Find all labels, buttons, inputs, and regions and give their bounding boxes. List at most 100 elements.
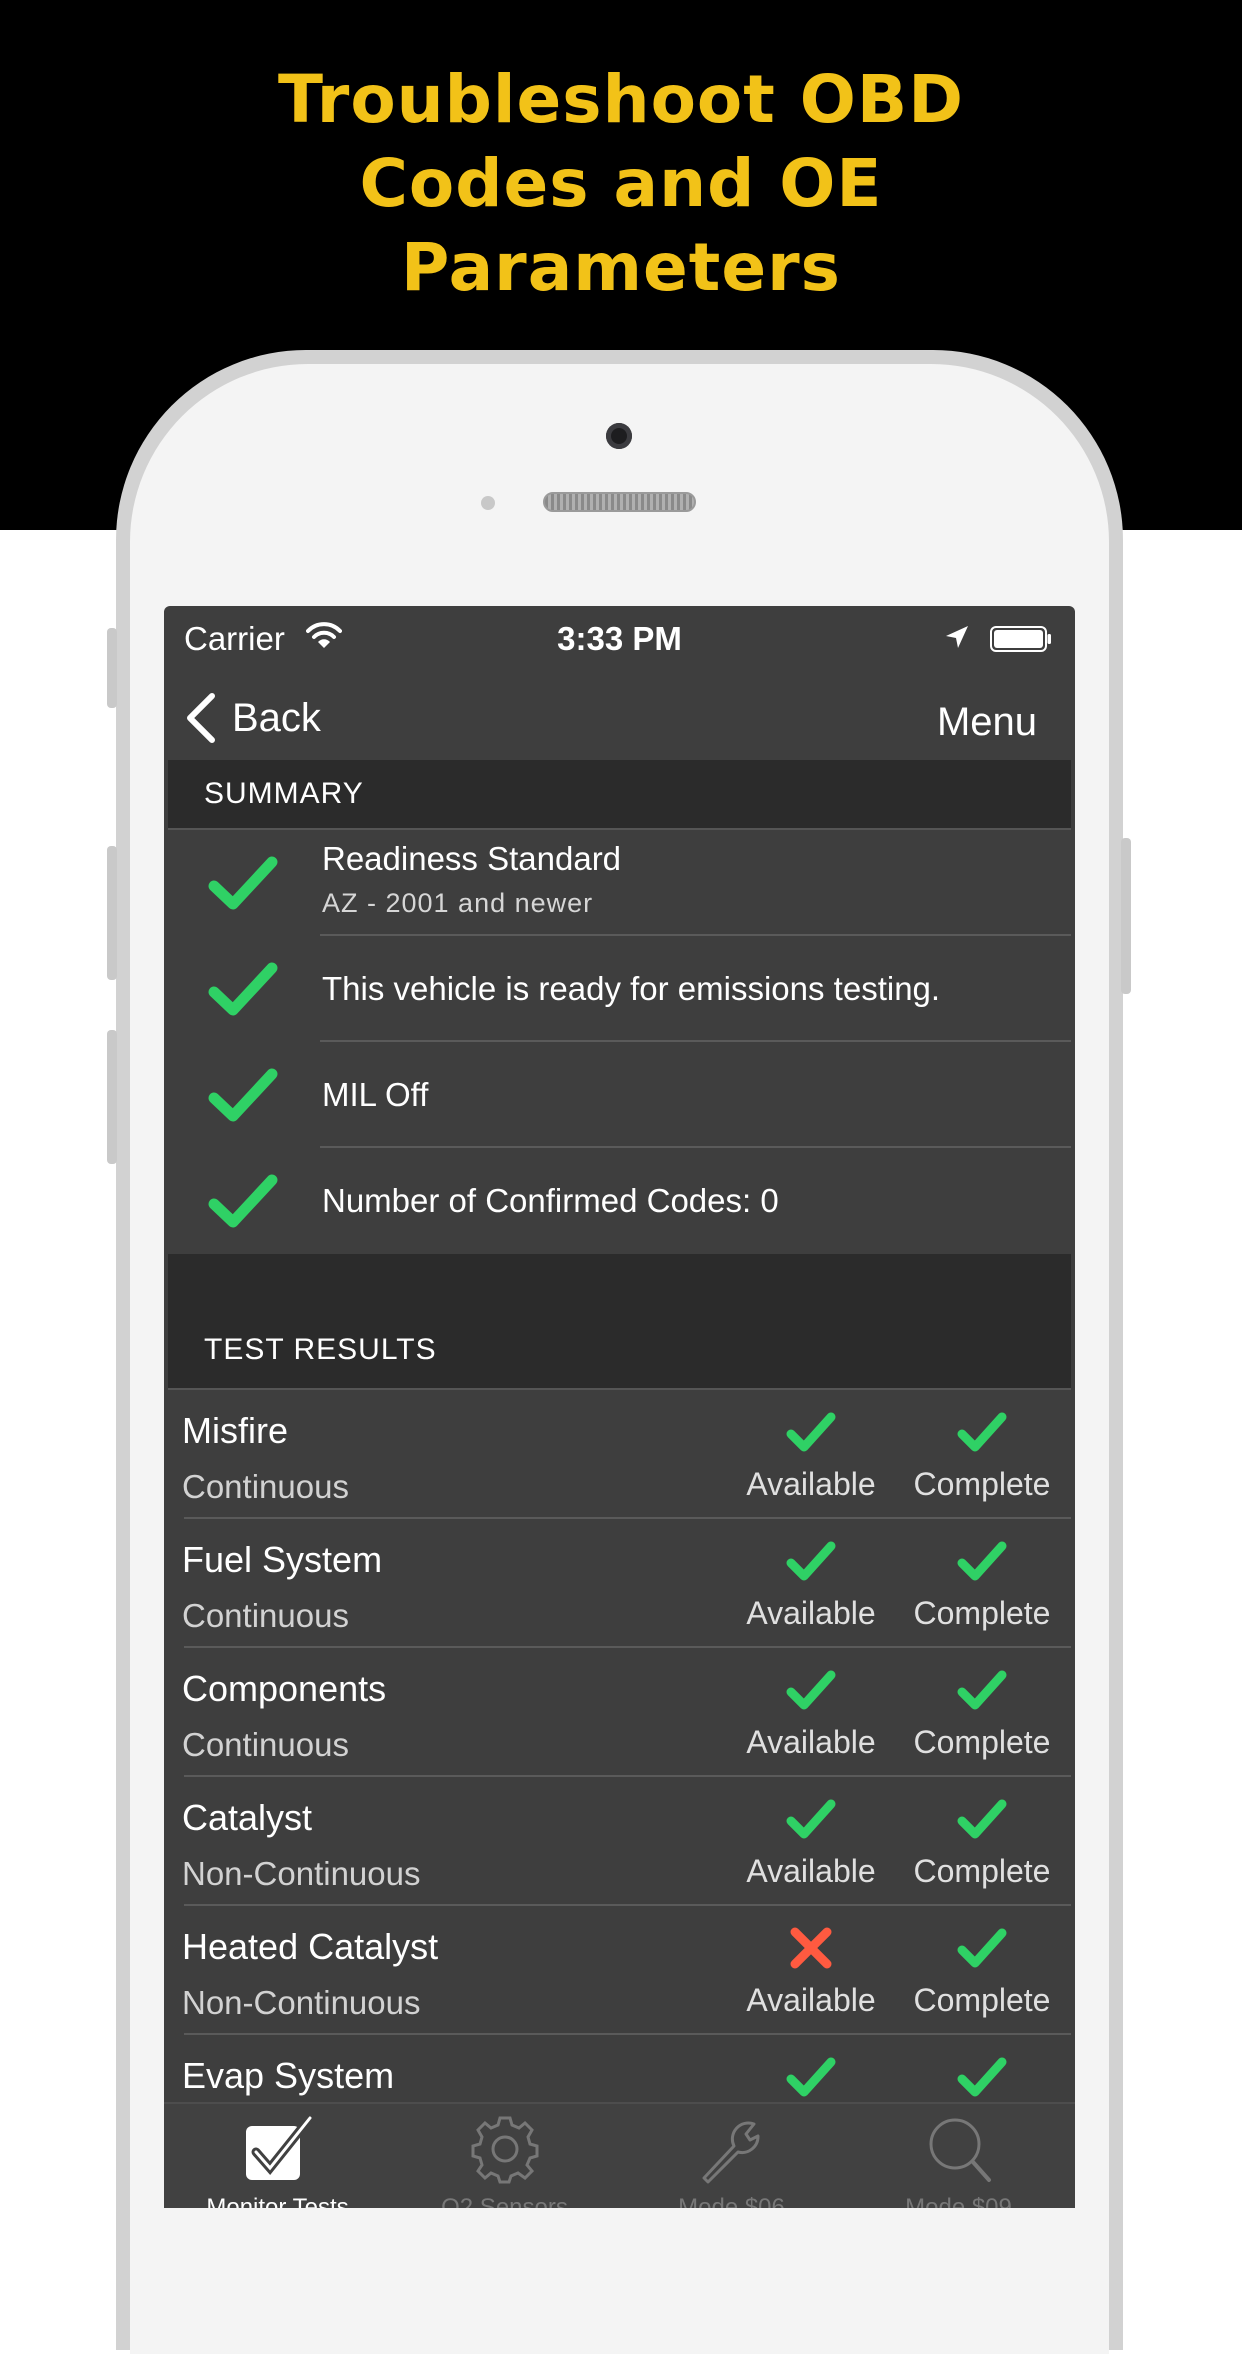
status-label: Available xyxy=(746,1853,876,1889)
summary-section-header: SUMMARY xyxy=(168,760,1071,830)
check-icon xyxy=(208,1068,278,1122)
summary-text: Number of Confirmed Codes: 0 xyxy=(322,1182,779,1219)
tab-bar: Monitor Tests O2 Sensors Mode $06 Mode $… xyxy=(164,2102,1075,2208)
gear-icon xyxy=(471,2116,538,2184)
back-label: Back xyxy=(232,695,321,740)
check-icon xyxy=(786,1799,836,1839)
tab-o2-sensors[interactable]: O2 Sensors xyxy=(391,2114,618,2208)
tab-label: Mode $09 xyxy=(905,2194,1012,2208)
chevron-left-icon xyxy=(187,693,215,743)
check-icon xyxy=(957,1670,1007,1710)
check-icon xyxy=(786,1541,836,1581)
check-icon xyxy=(786,1670,836,1710)
table-row[interactable]: Misfire Continuous Available Complete xyxy=(168,1390,1071,1519)
available-status: Available xyxy=(726,1926,896,2019)
proximity-sensor xyxy=(481,496,495,510)
available-status: Available xyxy=(726,1410,896,1503)
tab-monitor-tests[interactable]: Monitor Tests xyxy=(164,2114,391,2208)
summary-text: MIL Off xyxy=(322,1076,429,1113)
summary-row-confirmed-codes: Number of Confirmed Codes: 0 xyxy=(168,1148,1071,1254)
check-icon xyxy=(957,1412,1007,1452)
earpiece-speaker xyxy=(543,492,696,512)
check-icon xyxy=(208,962,278,1016)
test-type: Continuous xyxy=(182,1597,349,1634)
test-name: Fuel System xyxy=(182,1539,383,1580)
table-row[interactable]: Catalyst Non-Continuous Available Complete xyxy=(168,1777,1071,1906)
battery-icon xyxy=(990,626,1051,652)
headline: Troubleshoot OBD Codes and OE Parameters xyxy=(0,58,1242,310)
menu-button[interactable]: Menu xyxy=(937,700,1037,745)
summary-row-readiness: Readiness Standard AZ - 2001 and newer xyxy=(168,830,1071,936)
test-results-section-header: TEST RESULTS xyxy=(168,1254,1071,1390)
check-icon xyxy=(786,2057,836,2097)
table-row[interactable]: Heated Catalyst Non-Continuous Available Co… xyxy=(168,1906,1071,2035)
complete-status: Complete xyxy=(897,1410,1067,1503)
test-name: Components xyxy=(182,1668,387,1709)
summary-text: Readiness Standard xyxy=(322,840,622,877)
status-label: Complete xyxy=(913,1724,1051,1760)
test-type: Non-Continuous xyxy=(182,1855,421,1892)
summary-subtext: AZ - 2001 and newer xyxy=(322,888,594,918)
status-label: Complete xyxy=(913,1466,1051,1502)
test-name: Catalyst xyxy=(182,1797,313,1838)
status-label: Complete xyxy=(913,1595,1051,1631)
cross-icon xyxy=(790,1927,832,1969)
check-icon xyxy=(957,2057,1007,2097)
status-label: Available xyxy=(746,1982,876,2018)
power-button xyxy=(1121,838,1131,994)
summary-header-label: SUMMARY xyxy=(204,777,364,810)
status-bar: Carrier 3:33 PM xyxy=(164,606,1075,670)
headline-line-1: Troubleshoot OBD xyxy=(278,61,964,138)
checkbox-icon xyxy=(245,2114,314,2180)
available-status: Available xyxy=(726,1539,896,1632)
summary-text: This vehicle is ready for emissions test… xyxy=(322,970,941,1007)
test-type: Non-Continuous xyxy=(182,1984,421,2021)
status-label: Available xyxy=(746,1724,876,1760)
test-name: Misfire xyxy=(182,1410,288,1451)
complete-status: Complete xyxy=(897,1668,1067,1761)
check-icon xyxy=(786,1412,836,1452)
status-label: Complete xyxy=(913,1982,1051,2018)
tab-mode-06[interactable]: Mode $06 xyxy=(618,2114,845,2208)
app-screen: Carrier 3:33 PM Back Menu SUMMARY Readin… xyxy=(164,606,1075,2208)
status-label: Available xyxy=(746,1595,876,1631)
summary-row-mil: MIL Off xyxy=(168,1042,1071,1148)
status-label: Complete xyxy=(913,1853,1051,1889)
table-view[interactable]: SUMMARY Readiness Standard AZ - 2001 and… xyxy=(168,760,1071,2164)
back-button[interactable]: Back xyxy=(184,690,321,746)
tab-label: Monitor Tests xyxy=(206,2194,349,2208)
test-results-list: Misfire Continuous Available Complete Fuel S… xyxy=(168,1390,1071,2164)
volume-up-button xyxy=(107,846,117,980)
wrench-icon xyxy=(702,2121,760,2184)
tab-label: O2 Sensors xyxy=(441,2194,568,2208)
front-camera xyxy=(606,423,632,449)
check-icon xyxy=(208,856,278,910)
available-status: Available xyxy=(726,1797,896,1890)
test-results-header-label: TEST RESULTS xyxy=(204,1333,437,1366)
complete-status: Complete xyxy=(897,1926,1067,2019)
test-type: Continuous xyxy=(182,1468,349,1505)
table-row[interactable]: Fuel System Continuous Available Complete xyxy=(168,1519,1071,1648)
check-icon xyxy=(957,1928,1007,1968)
headline-line-3: Parameters xyxy=(401,229,841,306)
complete-status: Complete xyxy=(897,1539,1067,1632)
test-type: Continuous xyxy=(182,1726,349,1763)
magnifier-icon xyxy=(929,2118,991,2182)
mute-switch xyxy=(107,628,117,708)
check-icon xyxy=(957,1541,1007,1581)
navigation-bar: Back Menu xyxy=(164,670,1075,766)
volume-down-button xyxy=(107,1030,117,1164)
complete-status: Complete xyxy=(897,1797,1067,1890)
status-label: Available xyxy=(746,1466,876,1502)
summary-row-emissions-ready: This vehicle is ready for emissions test… xyxy=(168,936,1071,1042)
clock: 3:33 PM xyxy=(557,620,682,657)
tab-label: Mode $06 xyxy=(678,2194,785,2208)
table-row[interactable]: Components Continuous Available Complete xyxy=(168,1648,1071,1777)
location-arrow-icon xyxy=(946,626,968,648)
test-name: Heated Catalyst xyxy=(182,1926,439,1967)
tab-mode-09[interactable]: Mode $09 xyxy=(845,2114,1072,2208)
check-icon xyxy=(208,1174,278,1228)
check-icon xyxy=(957,1799,1007,1839)
headline-line-2: Codes and OE xyxy=(359,145,883,222)
available-status: Available xyxy=(726,1668,896,1761)
